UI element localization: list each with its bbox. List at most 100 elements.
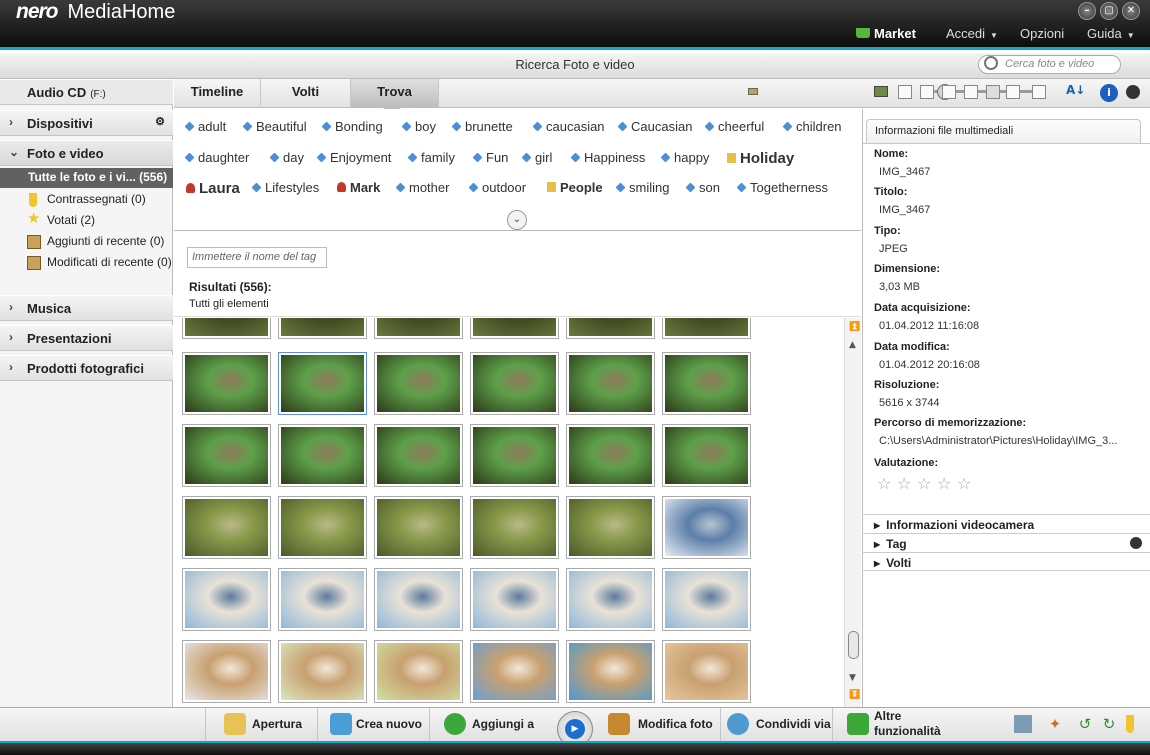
scroll-thumb[interactable] [848, 631, 859, 659]
section-camera-info[interactable]: ▶ Informazioni videocamera [862, 514, 1150, 533]
photo-thumbnail[interactable] [662, 424, 751, 487]
sidebar-item-all-photos[interactable]: Tutte le foto e i vi... (556) [0, 168, 173, 188]
tag-item[interactable]: brunette [453, 119, 513, 134]
expand-tags-button[interactable]: ⌄ [507, 210, 527, 230]
tab-find[interactable]: Trova [351, 79, 439, 115]
photo-thumbnail[interactable] [278, 352, 367, 415]
tag-item[interactable]: mother [397, 180, 449, 195]
photo-thumbnail[interactable] [470, 424, 559, 487]
sidebar-item-recently-modified[interactable]: Modificati di recente (0) [27, 255, 172, 273]
person-tag-icon[interactable] [1130, 537, 1142, 549]
photo-thumbnail[interactable] [470, 318, 559, 339]
photo-thumbnail[interactable] [182, 496, 271, 559]
edit-photo-button[interactable]: Modifica foto [608, 708, 720, 742]
photo-thumbnail[interactable] [662, 640, 751, 703]
flag-icon[interactable] [1126, 715, 1134, 733]
photo-thumbnail[interactable] [374, 496, 463, 559]
tag-item[interactable]: People [547, 180, 603, 195]
tag-item[interactable]: girl [523, 150, 552, 165]
minimize-button[interactable]: – [1078, 2, 1096, 20]
tag-item[interactable]: Enjoyment [318, 150, 391, 165]
photo-thumbnail[interactable] [470, 496, 559, 559]
options-menu[interactable]: Opzioni [1020, 26, 1064, 41]
tag-item[interactable]: Lifestyles [253, 180, 319, 195]
tab-faces[interactable]: Volti [261, 79, 351, 108]
photo-thumbnail[interactable] [278, 318, 367, 339]
tag-item[interactable]: smiling [617, 180, 669, 195]
more-features-button[interactable]: Altre funzionalità [832, 708, 952, 742]
star-icon[interactable]: ☆ [957, 474, 971, 493]
photo-thumbnail[interactable] [662, 568, 751, 631]
section-faces[interactable]: ▶ Volti [862, 552, 1150, 571]
photo-thumbnail[interactable] [278, 640, 367, 703]
scroll-down-icon[interactable]: ▼ [849, 673, 856, 683]
tag-item[interactable]: Fun [474, 150, 508, 165]
info-icon[interactable]: i [1100, 84, 1118, 102]
photo-thumbnail[interactable] [566, 424, 655, 487]
sidebar-item-flagged[interactable]: Contrassegnati (0) [27, 192, 167, 210]
star-icon[interactable]: ☆ [897, 474, 911, 493]
photo-thumbnail[interactable] [182, 640, 271, 703]
photo-thumbnail[interactable] [566, 496, 655, 559]
effects-icon[interactable]: ✦ [1046, 715, 1064, 733]
photo-thumbnail[interactable] [470, 640, 559, 703]
section-tags[interactable]: ▶ Tag [862, 533, 1150, 552]
photo-thumbnail[interactable] [566, 568, 655, 631]
sidebar-audio-cd[interactable]: Audio CD (F:) [0, 79, 173, 105]
help-menu[interactable]: Guida ▼ [1087, 26, 1135, 41]
tag-item[interactable]: happy [662, 150, 709, 165]
photo-thumbnail[interactable] [182, 424, 271, 487]
restore-button[interactable]: ▢ [1100, 2, 1118, 20]
tag-item[interactable]: Togetherness [738, 180, 828, 195]
monitor-icon[interactable] [1014, 715, 1032, 733]
add-to-button[interactable]: Aggiungi a [429, 708, 541, 742]
tag-item[interactable]: son [687, 180, 720, 195]
close-button[interactable]: ✕ [1122, 2, 1140, 20]
tag-item[interactable]: day [271, 150, 304, 165]
photo-thumbnail[interactable] [278, 424, 367, 487]
tag-item[interactable]: adult [186, 119, 226, 134]
view-mode-icon[interactable] [1032, 85, 1046, 99]
tab-media-info[interactable]: Informazioni file multimediali [866, 119, 1141, 143]
photo-thumbnail[interactable] [374, 318, 463, 339]
photo-thumbnail[interactable] [470, 568, 559, 631]
share-via-button[interactable]: Condividi via [720, 708, 832, 742]
tag-item[interactable]: family [409, 150, 455, 165]
star-icon[interactable]: ☆ [937, 474, 951, 493]
tag-item[interactable]: caucasian [534, 119, 605, 134]
tag-item[interactable]: Happiness [572, 150, 645, 165]
photo-thumbnail[interactable] [374, 640, 463, 703]
photo-thumbnail[interactable] [566, 640, 655, 703]
photo-thumbnail[interactable] [182, 318, 271, 339]
tag-item[interactable]: Bonding [323, 119, 383, 134]
sidebar-item-recently-added[interactable]: Aggiunti di recente (0) [27, 234, 172, 252]
tag-name-input[interactable]: Immettere il nome del tag [187, 247, 327, 268]
open-button[interactable]: Apertura [205, 708, 317, 742]
grid-view-icon[interactable] [986, 85, 1000, 99]
star-icon[interactable]: ☆ [877, 474, 891, 493]
photo-thumbnail[interactable] [182, 568, 271, 631]
photo-thumbnail[interactable] [566, 318, 655, 339]
photo-thumbnail[interactable] [374, 352, 463, 415]
tag-item[interactable]: daughter [186, 150, 249, 165]
gear-icon[interactable]: ⚙ [155, 115, 165, 128]
sidebar-photos-videos[interactable]: ⌄ Foto e video [0, 140, 173, 166]
scroll-up-icon[interactable]: ▲ [849, 340, 856, 350]
tag-item[interactable]: boy [403, 119, 436, 134]
sidebar-item-rated[interactable]: ★ Votati (2) [27, 211, 167, 231]
list-view-icon[interactable] [1006, 85, 1020, 99]
photo-thumbnail[interactable] [278, 568, 367, 631]
sidebar-presentations[interactable]: › Presentazioni [0, 325, 173, 351]
tag-filter-icon[interactable] [898, 85, 912, 99]
search-input[interactable]: Cerca foto e video [978, 55, 1121, 74]
sort-icon[interactable]: A↓ [1066, 83, 1085, 97]
person-tag-icon[interactable] [1126, 85, 1140, 99]
photo-thumbnail[interactable] [662, 496, 751, 559]
tag-item[interactable]: Laura [186, 180, 240, 197]
rotate-right-icon[interactable]: ↻ [1100, 715, 1118, 733]
photo-thumbnail[interactable] [566, 352, 655, 415]
create-new-button[interactable]: Crea nuovo [317, 708, 429, 742]
photo-thumbnail[interactable] [374, 424, 463, 487]
rotate-left-icon[interactable]: ↺ [1076, 715, 1094, 733]
photo-thumbnail[interactable] [662, 318, 751, 339]
